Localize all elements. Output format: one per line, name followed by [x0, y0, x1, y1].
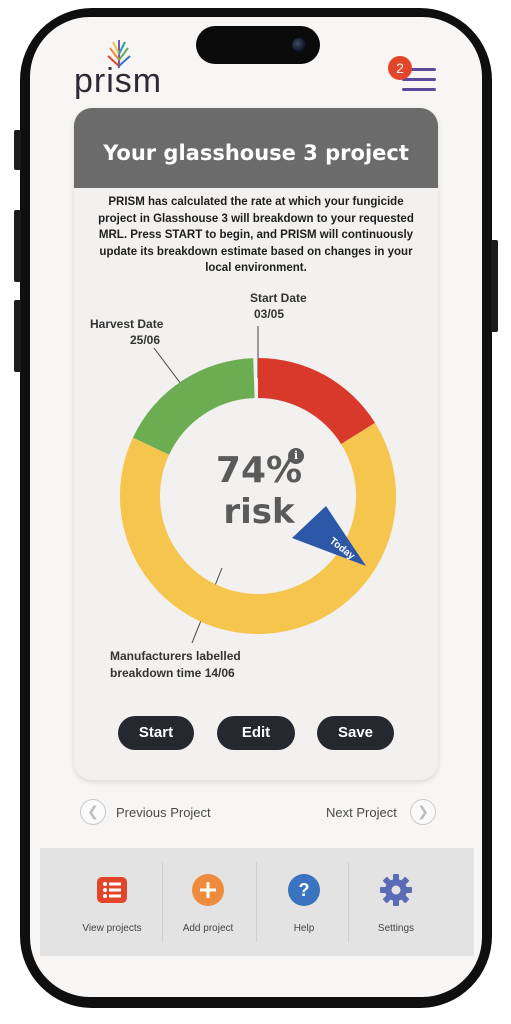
manufacturer-label-line2: breakdown time 14/06 [110, 666, 235, 680]
info-icon[interactable]: i [288, 448, 304, 464]
tab-label: View projects [82, 923, 142, 934]
risk-segment-red [258, 358, 376, 445]
dynamic-island [196, 26, 320, 64]
risk-word: risk [223, 492, 295, 532]
tab-settings[interactable]: Settings [350, 848, 442, 956]
project-card: Your glasshouse 3 project PRISM has calc… [74, 108, 438, 780]
tab-divider [348, 862, 349, 942]
previous-project-arrow-icon[interactable]: ❮ [80, 799, 106, 825]
gear-icon [380, 874, 412, 906]
save-button[interactable]: Save [317, 716, 394, 750]
question-icon: ? [288, 874, 320, 906]
tab-divider [256, 862, 257, 942]
harvest-date-value: 25/06 [130, 333, 161, 347]
next-project-arrow-icon[interactable]: ❯ [410, 799, 436, 825]
plus-icon [192, 874, 224, 906]
tab-label: Add project [182, 923, 234, 934]
app-logo-text: prism [74, 62, 163, 100]
start-date-label: Start Date [250, 291, 307, 305]
next-project-link[interactable]: Next Project [326, 805, 397, 835]
menu-bar [402, 88, 436, 91]
volume-down-button [14, 300, 21, 372]
mute-switch [14, 130, 21, 170]
previous-project-link[interactable]: Previous Project [116, 805, 211, 835]
menu-button[interactable]: 2 [388, 56, 440, 96]
list-icon [97, 877, 127, 903]
bottom-tab-bar: View projects Add project ? Help Setting… [40, 848, 474, 956]
tab-view-projects[interactable]: View projects [66, 848, 158, 956]
camera-icon [292, 38, 306, 52]
tab-add-project[interactable]: Add project [162, 848, 254, 956]
svg-text:?: ? [299, 880, 310, 900]
risk-segment-green [132, 358, 255, 455]
tab-label: Settings [377, 923, 415, 934]
start-button[interactable]: Start [118, 716, 194, 750]
tab-help[interactable]: ? Help [258, 848, 350, 956]
menu-bar [402, 78, 436, 81]
volume-up-button [14, 210, 21, 282]
harvest-date-label: Harvest Date [90, 317, 164, 331]
tab-label: Help [293, 923, 315, 934]
notification-badge: 2 [388, 56, 412, 80]
start-date-value: 03/05 [254, 307, 285, 321]
edit-button[interactable]: Edit [217, 716, 295, 750]
power-button [491, 240, 498, 332]
manufacturer-label-line1: Manufacturers labelled [110, 649, 241, 663]
